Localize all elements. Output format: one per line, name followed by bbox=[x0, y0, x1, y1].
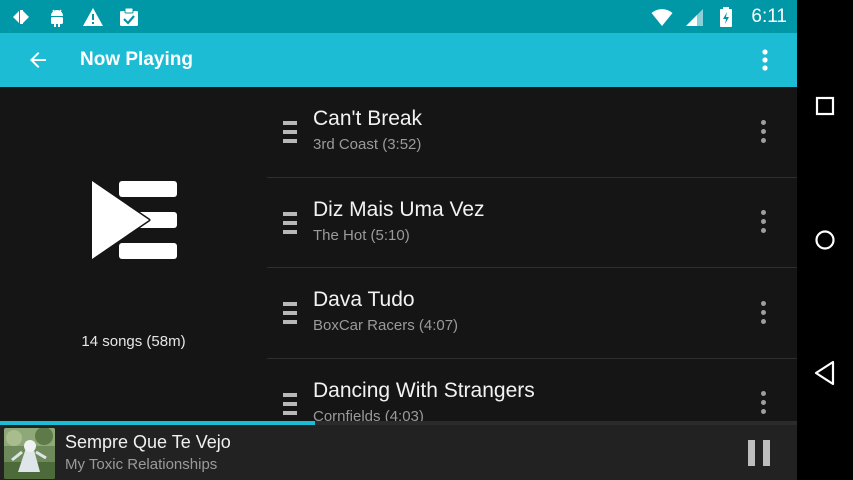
drag-handle-icon[interactable] bbox=[283, 392, 297, 415]
mini-player-subtitle: My Toxic Relationships bbox=[65, 456, 218, 473]
album-art bbox=[90, 179, 179, 261]
now-playing-content: 14 songs (58m) Can't Break 3rd Coast (3:… bbox=[0, 87, 797, 421]
song-title: Diz Mais Uma Vez bbox=[313, 197, 485, 221]
list-item[interactable]: Dancing With Strangers Cornfields (4:03) bbox=[267, 359, 797, 422]
pause-icon[interactable] bbox=[736, 433, 782, 473]
album-info-pane: 14 songs (58m) bbox=[0, 87, 267, 421]
song-title: Dancing With Strangers bbox=[313, 378, 535, 402]
more-options-icon[interactable] bbox=[751, 385, 775, 421]
drag-handle-icon[interactable] bbox=[283, 121, 297, 143]
system-nav-bar bbox=[797, 0, 853, 480]
status-bar: 6:11 bbox=[0, 0, 797, 33]
back-icon[interactable] bbox=[797, 345, 853, 401]
song-title: Can't Break bbox=[313, 107, 423, 130]
usb-debug-icon bbox=[10, 6, 32, 28]
home-icon[interactable] bbox=[797, 212, 853, 268]
more-options-icon[interactable] bbox=[751, 204, 775, 240]
overflow-menu-icon[interactable] bbox=[733, 33, 797, 87]
song-title: Dava Tudo bbox=[313, 288, 415, 311]
song-subtitle: The Hot (5:10) bbox=[313, 226, 410, 244]
app-bar: Now Playing bbox=[0, 33, 797, 87]
arrow-back-icon[interactable] bbox=[0, 33, 74, 87]
android-icon bbox=[46, 6, 68, 28]
list-item[interactable]: Diz Mais Uma Vez The Hot (5:10) bbox=[267, 178, 797, 268]
song-list[interactable]: Can't Break 3rd Coast (3:52) Diz Mais Um… bbox=[267, 87, 797, 421]
task-done-icon bbox=[118, 6, 140, 28]
drag-handle-icon[interactable] bbox=[283, 302, 297, 324]
song-subtitle: 3rd Coast (3:52) bbox=[313, 136, 422, 153]
song-subtitle: BoxCar Racers (4:07) bbox=[313, 317, 459, 334]
cell-signal-icon bbox=[683, 6, 705, 28]
song-subtitle: Cornfields (4:03) bbox=[313, 407, 424, 422]
list-item[interactable]: Dava Tudo BoxCar Racers (4:07) bbox=[267, 268, 797, 359]
mini-player-artwork[interactable] bbox=[4, 428, 55, 479]
mini-player[interactable]: Sempre Que Te Vejo My Toxic Relationship… bbox=[0, 425, 797, 480]
screen: 6:11 Now Playing 14 songs (58m) Can't Br… bbox=[0, 0, 853, 480]
clock: 6:11 bbox=[751, 5, 787, 27]
drag-handle-icon[interactable] bbox=[283, 211, 297, 234]
more-options-icon[interactable] bbox=[751, 294, 775, 330]
list-item[interactable]: Can't Break 3rd Coast (3:52) bbox=[267, 87, 797, 178]
page-title: Now Playing bbox=[80, 49, 193, 70]
battery-charging-icon bbox=[715, 6, 737, 28]
recents-icon[interactable] bbox=[797, 78, 853, 134]
wifi-icon bbox=[651, 6, 673, 28]
more-options-icon[interactable] bbox=[751, 113, 775, 149]
mini-player-title: Sempre Que Te Vejo bbox=[65, 432, 231, 452]
song-count: 14 songs (58m) bbox=[81, 333, 186, 350]
warning-icon bbox=[82, 6, 104, 28]
